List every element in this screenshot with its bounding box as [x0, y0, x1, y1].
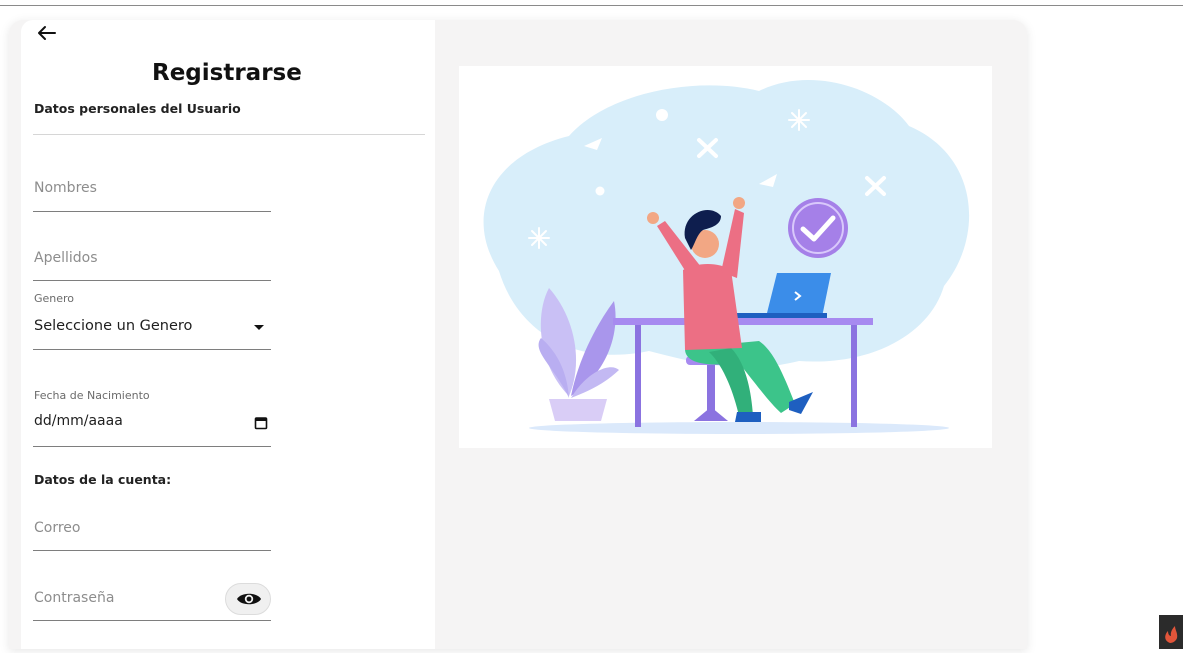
desk-top: [613, 318, 873, 325]
fecha-input[interactable]: dd/mm/aaaa: [33, 406, 271, 447]
calendar-icon[interactable]: [254, 416, 268, 430]
page-title: Registrarse: [152, 60, 302, 86]
nombres-placeholder: Nombres: [34, 180, 97, 196]
corner-extension-button[interactable]: [1159, 615, 1183, 649]
eye-icon: [237, 593, 261, 605]
section-divider: [33, 134, 425, 135]
correo-field[interactable]: Correo: [33, 508, 271, 551]
celebration-illustration: [483, 79, 970, 434]
illustration-panel: [459, 66, 992, 448]
apellidos-field[interactable]: Apellidos: [33, 238, 271, 281]
back-button[interactable]: [36, 22, 58, 44]
genero-selected-value: Seleccione un Genero: [34, 318, 193, 334]
section-account-label: Datos de la cuenta:: [34, 472, 172, 487]
top-border: [0, 5, 1183, 6]
check-badge: [788, 198, 848, 258]
section-personal-label: Datos personales del Usuario: [34, 101, 241, 116]
arrow-left-icon: [38, 26, 56, 40]
contrasena-placeholder: Contraseña: [34, 590, 115, 606]
fecha-label: Fecha de Nacimiento: [34, 389, 150, 402]
flame-icon: [1165, 626, 1178, 643]
genero-label: Genero: [34, 292, 75, 305]
genero-select[interactable]: Seleccione un Genero: [33, 309, 271, 350]
toggle-password-button[interactable]: [225, 583, 271, 615]
caret-down-icon: [254, 325, 264, 330]
nombres-field[interactable]: Nombres: [33, 168, 271, 212]
apellidos-placeholder: Apellidos: [34, 250, 98, 266]
correo-placeholder: Correo: [34, 520, 81, 536]
fecha-value: dd/mm/aaaa: [34, 413, 123, 429]
